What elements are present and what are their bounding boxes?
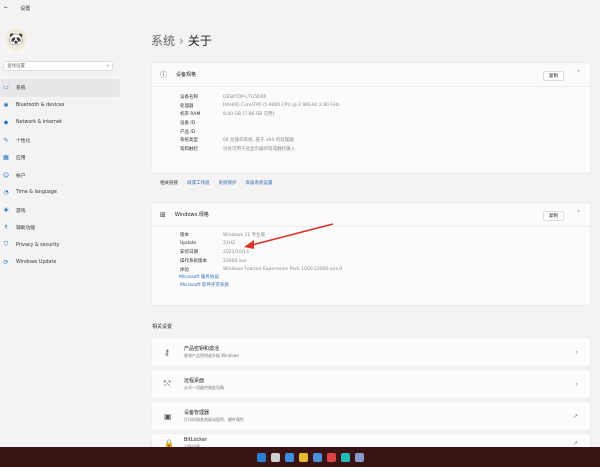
taskbar-app-icon[interactable]	[284, 452, 294, 462]
setting-title: 设备管理器	[184, 410, 210, 416]
taskbar	[0, 447, 600, 467]
taskbar-app-icon[interactable]	[256, 452, 266, 462]
chevron-right-icon: ›	[575, 348, 578, 356]
setting-title: 产品密钥和激活	[184, 346, 220, 352]
chevron-right-icon: ›	[575, 380, 578, 388]
taskbar-app-icon[interactable]	[326, 452, 336, 462]
setting-title: BitLocker	[184, 436, 208, 443]
setting-subtitle: 更改产品密钥或升级 Windows	[184, 353, 240, 358]
related-settings-heading: 相关设置	[152, 324, 173, 330]
taskbar-app-icon[interactable]	[312, 452, 322, 462]
remote-desktop-icon: ⤲	[164, 379, 171, 388]
taskbar-app-icon[interactable]	[298, 452, 308, 462]
setting-title: 远程桌面	[184, 378, 205, 384]
taskbar-app-icon[interactable]	[354, 452, 364, 462]
taskbar-app-icon[interactable]	[340, 452, 350, 462]
related-setting-item[interactable]: ⚷ 产品密钥和激活 更改产品密钥或升级 Windows ›	[151, 337, 591, 367]
open-external-icon: ↗	[572, 439, 578, 447]
setting-subtitle: 打印机和其他驱动程序、硬件属性	[184, 417, 244, 422]
device-manager-icon: ▣	[164, 411, 172, 421]
setting-subtitle: 从另一设备控制此设备	[184, 385, 224, 390]
related-setting-item[interactable]: ⤲ 远程桌面 从另一设备控制此设备 ›	[151, 369, 591, 399]
key-icon: ⚷	[164, 347, 170, 357]
related-setting-item[interactable]: ▣ 设备管理器 打印机和其他驱动程序、硬件属性 ↗	[151, 401, 591, 431]
open-external-icon: ↗	[572, 412, 578, 420]
taskbar-app-icon[interactable]	[270, 452, 280, 462]
settings-window: ← 设置 🐼 查找设置 ⌕ ▭ 系统 ✱ Bluetooth & devices ◆ Ne…	[0, 0, 600, 453]
